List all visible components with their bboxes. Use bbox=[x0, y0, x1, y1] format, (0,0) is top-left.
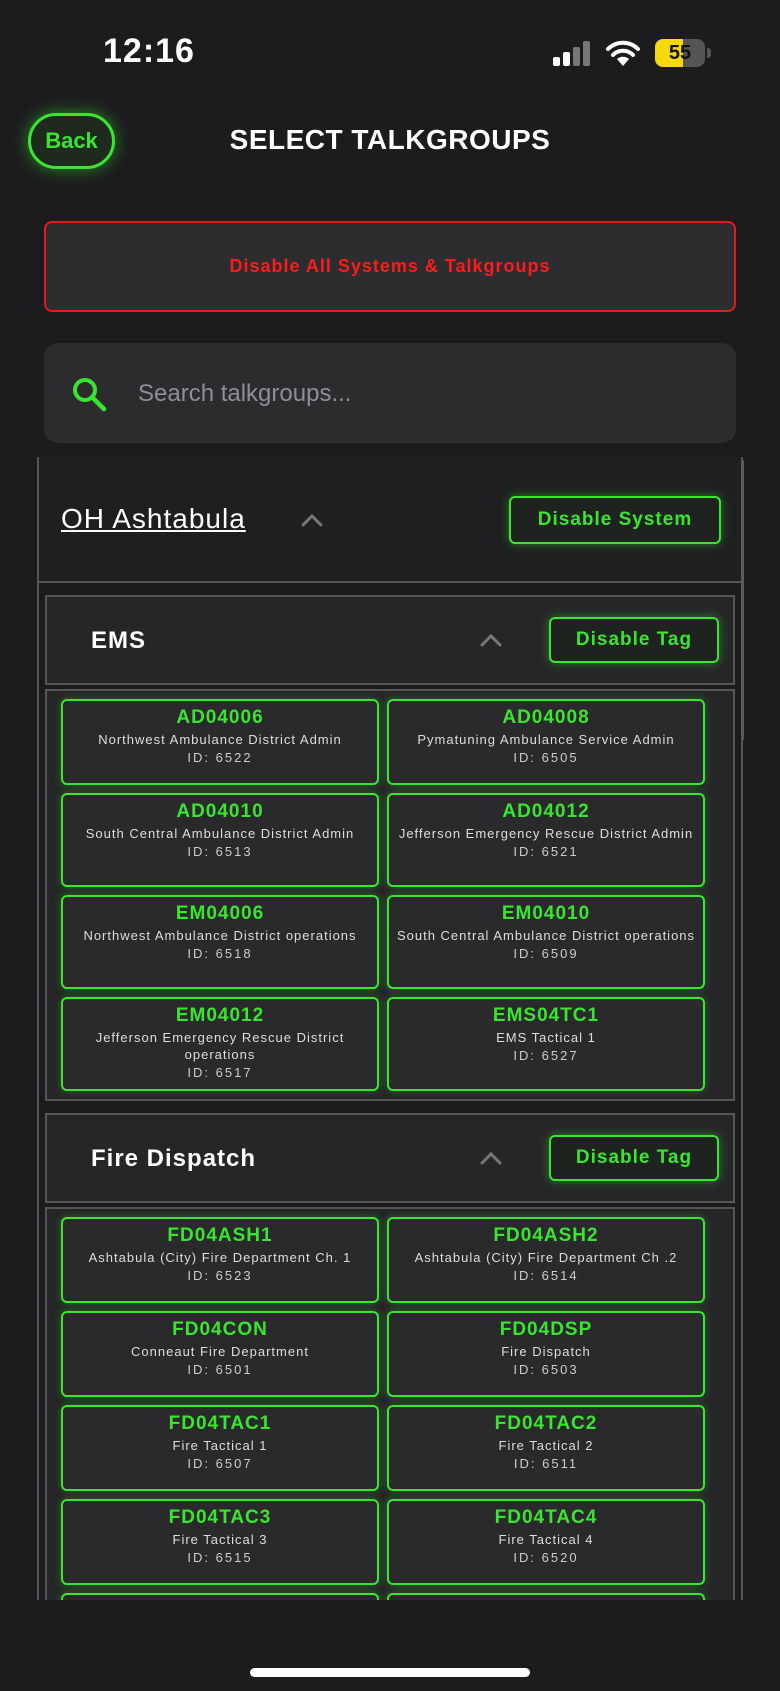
talkgroup-desc: South Central Ambulance District operati… bbox=[396, 928, 696, 943]
cellular-signal-icon bbox=[553, 40, 593, 66]
talkgroup-code: EM04006 bbox=[175, 903, 265, 924]
talkgroup-desc: Fire Dispatch bbox=[501, 1344, 591, 1359]
talkgroup-code: FD04TAC4 bbox=[494, 1507, 598, 1528]
scroll-indicator[interactable] bbox=[741, 460, 744, 740]
tag-name: EMS bbox=[91, 627, 147, 654]
talkgroup-card[interactable]: AD04012 Jefferson Emergency Rescue Distr… bbox=[387, 793, 705, 887]
talkgroup-desc: Fire Tactical 2 bbox=[498, 1438, 594, 1453]
tag-section-fire-dispatch: Fire Dispatch Disable Tag FD04ASH1 Ashta… bbox=[45, 1113, 735, 1600]
talkgroup-id: ID: 6520 bbox=[513, 1550, 579, 1565]
talkgroup-desc: Northwest Ambulance District operations bbox=[83, 928, 357, 943]
talkgroup-id: ID: 6521 bbox=[513, 844, 579, 859]
talkgroup-id: ID: 6517 bbox=[187, 1065, 253, 1080]
system-header: OH Ashtabula Disable System bbox=[39, 457, 741, 583]
talkgroup-card[interactable]: FD04ASH1 Ashtabula (City) Fire Departmen… bbox=[61, 1217, 379, 1303]
tag-section-ems: EMS Disable Tag AD04006 Northwest Ambula… bbox=[45, 595, 735, 1101]
tag-name: Fire Dispatch bbox=[91, 1145, 257, 1172]
talkgroup-id: ID: 6507 bbox=[187, 1456, 253, 1471]
talkgroup-desc: Fire Tactical 4 bbox=[498, 1532, 594, 1547]
talkgroup-code: AD04006 bbox=[176, 707, 264, 728]
talkgroup-code: FD04DSP bbox=[499, 1319, 593, 1340]
tag-header: Fire Dispatch Disable Tag bbox=[45, 1113, 735, 1203]
talkgroup-card[interactable]: EM04010 South Central Ambulance District… bbox=[387, 895, 705, 989]
talkgroup-code: EM04010 bbox=[501, 903, 591, 924]
chevron-up-icon[interactable] bbox=[480, 1151, 502, 1165]
talkgroup-id: ID: 6509 bbox=[513, 946, 579, 961]
talkgroup-desc: Conneaut Fire Department bbox=[131, 1344, 309, 1359]
talkgroup-card[interactable]: AD04008 Pymatuning Ambulance Service Adm… bbox=[387, 699, 705, 785]
talkgroup-code: FD04ASH2 bbox=[493, 1225, 599, 1246]
talkgroup-desc: Jefferson Emergency Rescue District Admi… bbox=[398, 826, 694, 841]
disable-tag-button[interactable]: Disable Tag bbox=[549, 1135, 719, 1181]
chevron-up-icon[interactable] bbox=[480, 633, 502, 647]
talkgroup-code: FD04TAC2 bbox=[494, 1413, 598, 1434]
talkgroup-card[interactable]: EM04006 Northwest Ambulance District ope… bbox=[61, 895, 379, 989]
talkgroup-id: ID: 6513 bbox=[187, 844, 253, 859]
talkgroup-desc: South Central Ambulance District Admin bbox=[85, 826, 355, 841]
talkgroup-desc: Jefferson Emergency Rescue District oper… bbox=[95, 1030, 345, 1062]
talkgroup-id: ID: 6515 bbox=[187, 1550, 253, 1565]
talkgroup-code: AD04010 bbox=[176, 801, 264, 822]
talkgroup-id: ID: 6518 bbox=[187, 946, 253, 961]
talkgroup-desc: Pymatuning Ambulance Service Admin bbox=[417, 732, 675, 747]
talkgroup-card[interactable]: FD04TAC1 Fire Tactical 1 ID: 6507 bbox=[61, 1405, 379, 1491]
talkgroup-code: FD04TAC1 bbox=[168, 1413, 272, 1434]
talkgroup-id: ID: 6505 bbox=[513, 750, 579, 765]
search-input[interactable] bbox=[136, 371, 700, 417]
talkgroup-id: ID: 6522 bbox=[187, 750, 253, 765]
talkgroup-card[interactable]: FD04TAC4 Fire Tactical 4 ID: 6520 bbox=[387, 1499, 705, 1585]
disable-system-button[interactable]: Disable System bbox=[509, 496, 721, 544]
battery-icon: 55 bbox=[655, 39, 713, 67]
talkgroup-code: FD04ASH1 bbox=[167, 1225, 273, 1246]
talkgroup-card[interactable]: FD04ASH2 Ashtabula (City) Fire Departmen… bbox=[387, 1217, 705, 1303]
talkgroup-desc: Fire Tactical 3 bbox=[172, 1532, 268, 1547]
system-name[interactable]: OH Ashtabula bbox=[61, 503, 246, 535]
talkgroup-desc: Ashtabula (City) Fire Department Ch. 1 bbox=[88, 1250, 352, 1265]
talkgroup-card[interactable]: AD04010 South Central Ambulance District… bbox=[61, 793, 379, 887]
talkgroup-id: ID: 6501 bbox=[187, 1362, 253, 1377]
search-icon bbox=[73, 378, 107, 412]
battery-level: 55 bbox=[668, 42, 692, 64]
tag-header: EMS Disable Tag bbox=[45, 595, 735, 685]
talkgroup-code: AD04008 bbox=[502, 707, 590, 728]
talkgroup-id: ID: 6523 bbox=[187, 1268, 253, 1283]
talkgroup-code: EMS04TC1 bbox=[492, 1005, 600, 1026]
talkgroup-desc: Fire Tactical 1 bbox=[172, 1438, 268, 1453]
talkgroup-grid: AD04006 Northwest Ambulance District Adm… bbox=[45, 689, 735, 1101]
talkgroup-card[interactable] bbox=[387, 1593, 705, 1600]
home-indicator[interactable] bbox=[250, 1668, 530, 1677]
talkgroup-code: AD04012 bbox=[502, 801, 590, 822]
talkgroup-id: ID: 6514 bbox=[513, 1268, 579, 1283]
talkgroup-card[interactable]: FD04DSP Fire Dispatch ID: 6503 bbox=[387, 1311, 705, 1397]
talkgroup-grid: FD04ASH1 Ashtabula (City) Fire Departmen… bbox=[45, 1207, 735, 1600]
talkgroup-desc: Northwest Ambulance District Admin bbox=[98, 732, 342, 747]
talkgroup-desc: EMS Tactical 1 bbox=[496, 1030, 596, 1045]
talkgroup-code: FD04TAC3 bbox=[168, 1507, 272, 1528]
wifi-icon bbox=[606, 40, 640, 66]
chevron-up-icon[interactable] bbox=[301, 513, 323, 527]
talkgroup-id: ID: 6511 bbox=[513, 1456, 579, 1471]
talkgroup-card[interactable]: EM04012 Jefferson Emergency Rescue Distr… bbox=[61, 997, 379, 1091]
talkgroup-card[interactable] bbox=[61, 1593, 379, 1600]
status-time: 12:16 bbox=[103, 32, 195, 70]
search-bar[interactable] bbox=[44, 343, 736, 443]
talkgroup-desc: Ashtabula (City) Fire Department Ch .2 bbox=[414, 1250, 678, 1265]
talkgroup-card[interactable]: FD04TAC3 Fire Tactical 3 ID: 6515 bbox=[61, 1499, 379, 1585]
disable-all-button[interactable]: Disable All Systems & Talkgroups bbox=[44, 221, 736, 312]
page-title: SELECT TALKGROUPS bbox=[229, 124, 551, 155]
talkgroup-card[interactable]: AD04006 Northwest Ambulance District Adm… bbox=[61, 699, 379, 785]
disable-all-label: Disable All Systems & Talkgroups bbox=[229, 256, 551, 276]
system-list[interactable]: OH Ashtabula Disable System EMS Disable … bbox=[37, 457, 743, 1600]
talkgroup-card[interactable]: FD04TAC2 Fire Tactical 2 ID: 6511 bbox=[387, 1405, 705, 1491]
status-bar: 12:16 55 bbox=[0, 0, 780, 100]
disable-tag-button[interactable]: Disable Tag bbox=[549, 617, 719, 663]
talkgroup-id: ID: 6503 bbox=[513, 1362, 579, 1377]
talkgroup-code: FD04CON bbox=[172, 1319, 268, 1340]
talkgroup-card[interactable]: EMS04TC1 EMS Tactical 1 ID: 6527 bbox=[387, 997, 705, 1091]
talkgroup-card[interactable]: FD04CON Conneaut Fire Department ID: 650… bbox=[61, 1311, 379, 1397]
talkgroup-id: ID: 6527 bbox=[513, 1048, 579, 1063]
talkgroup-code: EM04012 bbox=[175, 1005, 265, 1026]
